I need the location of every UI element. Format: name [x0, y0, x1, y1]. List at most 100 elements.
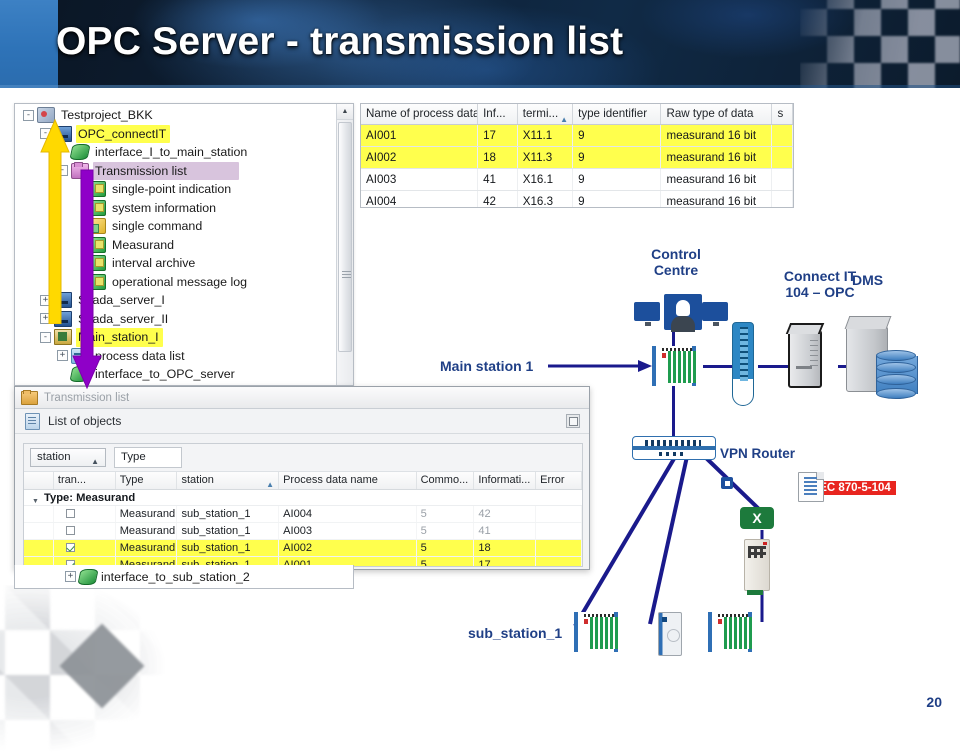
sort-ascending-icon: ▲: [266, 480, 275, 489]
page-title: OPC Server - transmission list: [56, 20, 624, 63]
cell-type: Measurand: [116, 506, 178, 522]
table-body[interactable]: AI001 17 X11.1 9 measurand 16 bit AI002 18 X11.…: [361, 125, 793, 207]
interface-icon: [77, 568, 99, 585]
control-centre-label-line2: Centre: [653, 262, 699, 279]
table-cell: X11.1: [518, 125, 574, 146]
connect-it-label-line1: Connect IT: [783, 268, 857, 284]
dialog-column-header-process-data-name[interactable]: Process data name: [279, 472, 417, 489]
cell-station: sub_station_1: [177, 506, 280, 522]
table-cell: measurand 16 bit: [661, 125, 773, 146]
table-cell: measurand 16 bit: [661, 147, 773, 168]
tree-item-interface-to-opc-server[interactable]: interface_to_OPC_server: [15, 365, 337, 384]
checkbox-unchecked-icon[interactable]: [65, 526, 75, 535]
process-data-table[interactable]: Name of process data Inf... termi... ▲ type …: [360, 103, 794, 208]
tree-item-label: process data list: [95, 348, 185, 363]
tree-item-label: OPC_connectIT: [76, 124, 171, 143]
collapse-triangle-icon[interactable]: ▼: [32, 494, 39, 510]
expander-icon[interactable]: +: [65, 571, 76, 582]
dialog-column-header-label: Process data name: [283, 474, 378, 486]
sort-ascending-icon: ▲: [560, 115, 569, 124]
main-station-label: Main station 1: [440, 358, 534, 374]
group-chip-type-label: Type: [121, 451, 146, 463]
main-station-plc-icon: [652, 346, 696, 386]
banner-diamond-pattern: [800, 0, 960, 88]
network-topology-diagram: Control Centre Main station 1 Connect IT…: [440, 210, 960, 670]
dialog-group-header-label: Type: Measurand: [44, 492, 136, 504]
table-cell: [772, 147, 793, 168]
transmit-checkbox-cell[interactable]: [54, 506, 116, 522]
annotation-arrow-purple: [72, 169, 102, 390]
tree-tail-row[interactable]: + interface_to_sub_station_2: [14, 565, 354, 589]
dialog-title: Transmission list: [44, 391, 130, 404]
annotation-arrow-yellow: [40, 118, 70, 324]
expander-icon[interactable]: +: [57, 350, 68, 362]
transmit-checkbox-cell[interactable]: [54, 523, 116, 539]
scroll-up-arrow-icon[interactable]: ▲: [337, 104, 353, 120]
column-header-termi-[interactable]: termi... ▲: [518, 104, 574, 124]
control-centre-label-line1: Control: [651, 246, 701, 262]
table-cell: measurand 16 bit: [661, 191, 773, 207]
table-row[interactable]: AI004 42 X16.3 9 measurand 16 bit: [361, 191, 793, 207]
sub-station-label: sub_station_1: [468, 625, 563, 641]
scrollbar-thumb[interactable]: [338, 122, 352, 352]
tree-item-process-data-list[interactable]: + process data list: [15, 347, 337, 366]
expander-icon[interactable]: -: [23, 109, 34, 121]
table-row[interactable]: AI001 17 X11.1 9 measurand 16 bit: [361, 125, 793, 147]
dialog-column-header-label: station: [181, 474, 214, 486]
monitor-right-icon: [702, 302, 728, 326]
expander-icon[interactable]: -: [40, 331, 51, 343]
table-header-row[interactable]: Name of process data Inf... termi... ▲ type …: [361, 104, 793, 125]
column-header-name-of-process-data[interactable]: Name of process data: [361, 104, 479, 124]
table-cell: 41: [478, 169, 518, 190]
dialog-column-header-tran-[interactable]: tran...: [54, 472, 116, 489]
dialog-column-header-station[interactable]: station ▲: [177, 472, 280, 489]
table-row[interactable]: AI003 41 X16.1 9 measurand 16 bit: [361, 169, 793, 191]
table-cell: 18: [478, 147, 518, 168]
transmit-checkbox-cell[interactable]: [54, 540, 116, 556]
operator-workstation-icon: [664, 294, 702, 332]
substation-io-module-icon: [658, 612, 682, 656]
cell-process-data-name: AI002: [279, 540, 417, 556]
tree-item-label: single command: [112, 219, 203, 233]
group-chip-station-label: station: [37, 451, 71, 463]
tree-item-label: interval archive: [112, 256, 196, 270]
tree-vertical-scrollbar[interactable]: ▲: [336, 104, 353, 385]
cell-station: sub_station_1: [177, 540, 280, 556]
dialog-column-header-type[interactable]: Type: [116, 472, 178, 489]
tree-item-label: Measurand: [112, 237, 174, 252]
table-cell: 42: [478, 191, 518, 207]
scrollbar-grip-icon: [342, 271, 351, 278]
tree-item-label: single-point indication: [112, 182, 232, 196]
checkbox-checked-icon[interactable]: [65, 543, 75, 552]
table-row[interactable]: AI002 18 X11.3 9 measurand 16 bit: [361, 147, 793, 169]
firewall-icon: [732, 322, 754, 406]
column-header-raw-type-of-data[interactable]: Raw type of data: [661, 104, 773, 124]
column-header-s[interactable]: s: [772, 104, 793, 124]
column-header-label: termi...: [522, 107, 559, 120]
column-header-inf-[interactable]: Inf...: [478, 104, 518, 124]
tree-item-label: Testproject_BKK: [61, 108, 153, 122]
column-header-type-identifier[interactable]: type identifier: [573, 104, 662, 124]
interface-icon: [69, 144, 91, 161]
tree-item-label: operational message log: [112, 274, 248, 289]
folder-icon: [21, 389, 38, 405]
row-indent: [24, 540, 54, 556]
table-cell: AI003: [361, 169, 479, 190]
checkbox-unchecked-icon[interactable]: [65, 509, 75, 518]
document-icon: [25, 412, 40, 430]
table-cell: AI002: [361, 147, 479, 168]
tree-item-main-station-i[interactable]: - Main_station_I: [15, 328, 337, 347]
cell-station: sub_station_1: [177, 523, 280, 539]
dialog-column-header-check[interactable]: [24, 472, 54, 489]
column-header-label: type identifier: [578, 107, 648, 120]
table-cell: [772, 125, 793, 146]
tree-item-label: Transmission list: [93, 161, 239, 180]
column-header-label: Inf...: [483, 107, 506, 120]
group-chip-station[interactable]: station ▲: [30, 448, 106, 467]
dialog-column-header-label: Type: [119, 474, 144, 486]
group-chip-type[interactable]: Type: [114, 447, 182, 468]
table-cell: X16.1: [518, 169, 574, 190]
substation-plc-left-icon: [574, 612, 618, 652]
table-cell: [772, 191, 793, 207]
